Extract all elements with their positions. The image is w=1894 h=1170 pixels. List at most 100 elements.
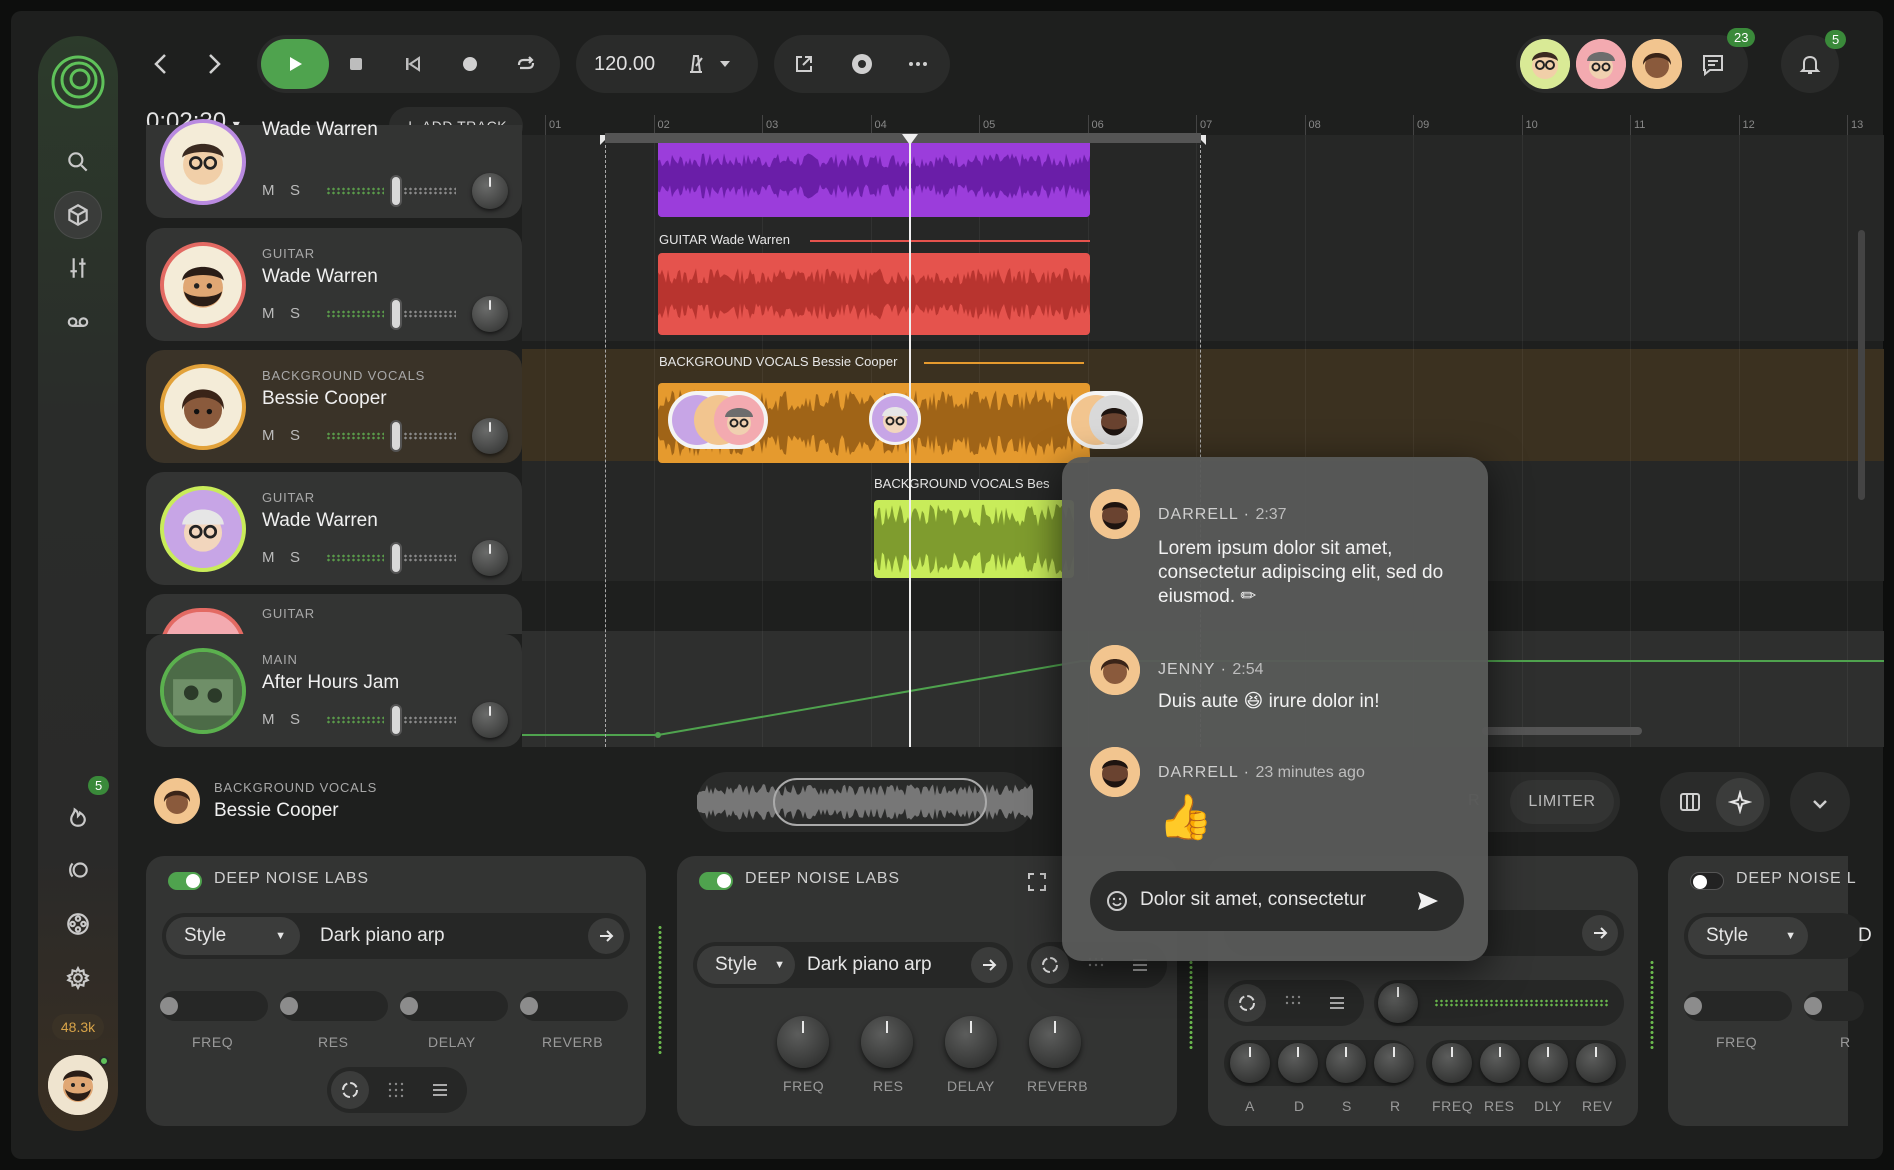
preset-next-button[interactable] [588, 918, 624, 954]
track-card[interactable]: GUITAR Wade Warren M S [146, 472, 522, 585]
vertical-scrollbar[interactable] [1858, 230, 1865, 500]
preset-next-button[interactable] [971, 947, 1007, 983]
expand-icon[interactable] [1027, 872, 1047, 892]
collaborator-avatar[interactable] [1576, 39, 1626, 89]
volume-slider[interactable] [390, 175, 402, 207]
collaborator-avatar[interactable] [1520, 39, 1570, 89]
preset-next-button[interactable] [1582, 915, 1618, 951]
delay-knob[interactable] [945, 1016, 997, 1068]
settings-button[interactable] [54, 954, 102, 1002]
metronome-icon[interactable] [684, 52, 708, 76]
style-dropdown[interactable]: Style ▼ [697, 946, 795, 984]
loop-button[interactable] [511, 49, 541, 79]
send-icon[interactable] [1416, 890, 1440, 912]
ai-button[interactable] [1716, 778, 1764, 826]
mute-button[interactable]: M [262, 549, 275, 566]
record-disc-icon[interactable] [850, 52, 874, 76]
waveform-overview[interactable] [697, 772, 1033, 832]
track-card[interactable]: BACKGROUND VOCALS Bessie Cooper M S [146, 350, 522, 463]
piano-icon[interactable] [1678, 790, 1702, 814]
rewind-button[interactable] [398, 49, 428, 79]
horizontal-scrollbar[interactable] [1482, 727, 1642, 735]
fx-enable-toggle[interactable] [168, 872, 202, 890]
solo-button[interactable]: S [290, 549, 300, 566]
mute-button[interactable]: M [262, 182, 275, 199]
freq-knob[interactable] [777, 1016, 829, 1068]
play-button[interactable] [261, 39, 329, 89]
knob-view-button[interactable] [1228, 984, 1266, 1022]
comment-input-field[interactable] [1090, 871, 1464, 931]
freq-slider[interactable] [160, 991, 268, 1021]
tempo-value[interactable]: 120.00 [594, 53, 655, 76]
knob-view-button[interactable] [1031, 946, 1069, 984]
collaborator-avatar[interactable] [1632, 39, 1682, 89]
solo-button[interactable]: S [290, 711, 300, 728]
fx-enable-toggle[interactable] [699, 872, 733, 890]
fx-enable-toggle[interactable] [1690, 872, 1724, 890]
search-button[interactable] [54, 138, 102, 186]
overview-window[interactable] [773, 778, 987, 826]
solo-button[interactable]: S [290, 182, 300, 199]
more-horizontal-icon[interactable] [906, 52, 930, 76]
export-icon[interactable] [792, 52, 816, 76]
community-button[interactable] [54, 900, 102, 948]
pan-knob[interactable] [472, 702, 508, 738]
activity-button[interactable] [54, 792, 102, 840]
reaction-avatar[interactable] [869, 393, 921, 445]
comment-input[interactable] [1140, 889, 1400, 911]
mute-button[interactable]: M [262, 711, 275, 728]
style-dropdown[interactable]: Style ▼ [1688, 917, 1808, 955]
limiter-tab[interactable]: LIMITER [1510, 780, 1614, 824]
pan-knob[interactable] [472, 418, 508, 454]
record-button[interactable] [455, 49, 485, 79]
track-card[interactable]: MAIN After Hours Jam M S [146, 634, 522, 747]
voicemail-button[interactable] [54, 297, 102, 345]
playhead[interactable] [909, 135, 911, 747]
chat-icon[interactable] [1700, 52, 1726, 78]
res-slider[interactable] [1804, 991, 1864, 1021]
style-dropdown[interactable]: Style ▼ [166, 917, 300, 955]
volume-slider[interactable] [390, 542, 402, 574]
emoji-icon[interactable] [1106, 890, 1128, 912]
playhead-marker[interactable] [901, 133, 919, 147]
reaction-group-active[interactable] [1067, 391, 1143, 449]
list-icon[interactable] [431, 1081, 449, 1099]
delay-knob[interactable] [1528, 1043, 1568, 1083]
volume-knob[interactable] [1378, 983, 1418, 1023]
pan-knob[interactable] [472, 296, 508, 332]
grid-dots-icon[interactable] [387, 1081, 405, 1099]
track-card[interactable]: Wade Warren M S [146, 119, 522, 218]
res-knob[interactable] [861, 1016, 913, 1068]
stop-button[interactable] [341, 49, 371, 79]
app-logo-icon[interactable] [50, 54, 106, 110]
attack-knob[interactable] [1230, 1043, 1270, 1083]
solo-button[interactable]: S [290, 427, 300, 444]
volume-slider[interactable] [390, 420, 402, 452]
forward-button[interactable] [199, 49, 229, 79]
collapse-button[interactable] [1790, 772, 1850, 832]
projects-button[interactable] [54, 191, 102, 239]
knob-view-button[interactable] [331, 1071, 369, 1109]
volume-slider[interactable] [390, 298, 402, 330]
mute-button[interactable]: M [262, 305, 275, 322]
solo-button[interactable]: S [290, 305, 300, 322]
list-icon[interactable] [1328, 994, 1346, 1012]
decay-knob[interactable] [1278, 1043, 1318, 1083]
reaction-group[interactable] [668, 391, 768, 449]
back-button[interactable] [146, 49, 176, 79]
delay-slider[interactable] [400, 991, 508, 1021]
tempo-control[interactable]: 120.00 [576, 35, 758, 93]
caret-down-icon[interactable] [718, 57, 732, 71]
grid-dots-icon[interactable] [1284, 994, 1302, 1012]
mixer-button[interactable] [54, 244, 102, 292]
timeline-ruler[interactable]: 01 02 03 04 05 06 07 08 09 10 11 12 13 [545, 115, 1885, 135]
mute-button[interactable]: M [262, 427, 275, 444]
track-card[interactable]: GUITAR Wade Warren M S [146, 228, 522, 341]
release-knob[interactable] [1374, 1043, 1414, 1083]
freq-knob[interactable] [1432, 1043, 1472, 1083]
sustain-knob[interactable] [1326, 1043, 1366, 1083]
freq-slider[interactable] [1684, 991, 1792, 1021]
pan-knob[interactable] [472, 540, 508, 576]
reverb-slider[interactable] [520, 991, 628, 1021]
res-slider[interactable] [280, 991, 388, 1021]
